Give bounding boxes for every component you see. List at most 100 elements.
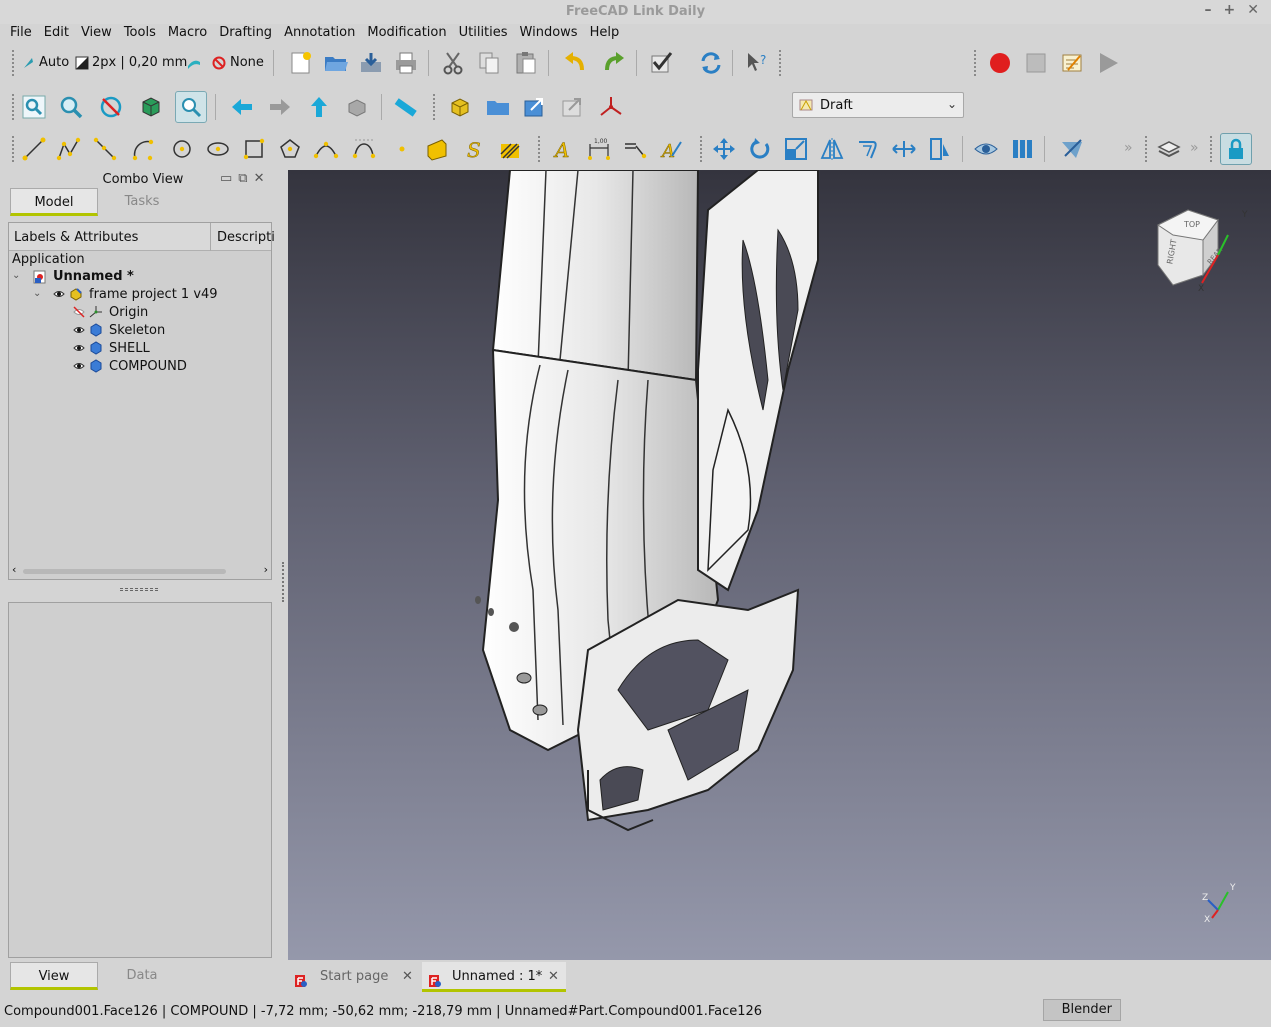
scrollbar-thumb[interactable] <box>23 569 226 574</box>
tree-horizontal-scrollbar[interactable]: ‹ › <box>9 563 271 579</box>
maximize-button[interactable]: + <box>1224 2 1236 18</box>
chevron-down-icon[interactable]: ⌄ <box>12 270 20 281</box>
draft-text-button[interactable]: A <box>547 133 579 165</box>
3d-viewport[interactable]: TOP RIGHT REAR Y X Y Z X <box>288 170 1271 960</box>
draft-array-button[interactable] <box>1007 133 1039 165</box>
close-window-button[interactable]: ✕ <box>1247 2 1259 18</box>
close-tab-icon[interactable]: ✕ <box>402 962 413 992</box>
menu-view[interactable]: View <box>75 24 118 42</box>
copy-button[interactable] <box>473 47 505 79</box>
macro-stop-button[interactable] <box>1020 47 1052 79</box>
redo-button[interactable] <box>598 47 630 79</box>
tree-item-origin[interactable]: Origin <box>109 304 148 322</box>
column-description[interactable]: Descripti <box>217 230 275 245</box>
hidden-eye-icon[interactable] <box>73 306 85 318</box>
menu-file[interactable]: File <box>4 24 38 42</box>
draft-annotation-styles-button[interactable]: A <box>655 133 687 165</box>
draft-arc-button[interactable] <box>127 133 159 165</box>
snap-style-label[interactable]: None <box>230 55 264 70</box>
draft-facebinder-view-button[interactable] <box>970 133 1002 165</box>
layer-manager-button[interactable] <box>1153 133 1185 165</box>
draft-ellipse-button[interactable] <box>202 133 234 165</box>
save-button[interactable] <box>355 47 387 79</box>
macro-edit-button[interactable] <box>1056 47 1088 79</box>
fit-selection-button[interactable] <box>55 91 87 123</box>
eye-icon[interactable] <box>53 288 65 300</box>
menu-utilities[interactable]: Utilities <box>453 24 514 42</box>
eye-icon[interactable] <box>73 360 85 372</box>
draft-circle-button[interactable] <box>166 133 198 165</box>
toolbar-grip[interactable] <box>12 50 16 76</box>
open-button[interactable] <box>320 47 352 79</box>
draft-facebinder-button[interactable] <box>421 133 453 165</box>
menu-edit[interactable]: Edit <box>38 24 75 42</box>
macro-execute-button[interactable] <box>1092 47 1124 79</box>
draft-bspline-button[interactable] <box>310 133 342 165</box>
float-panel-icon[interactable]: ▭ <box>220 171 232 186</box>
menu-macro[interactable]: Macro <box>162 24 213 42</box>
toolbar-overflow-icon[interactable]: » <box>1190 140 1199 156</box>
draft-fillet-button[interactable] <box>89 133 121 165</box>
nav-up-button[interactable] <box>303 91 335 123</box>
menu-tools[interactable]: Tools <box>118 24 162 42</box>
draft-wire-button[interactable] <box>53 133 85 165</box>
tree-item-unnamed[interactable]: Unnamed * <box>53 268 134 286</box>
draft-line-button[interactable] <box>18 133 50 165</box>
cut-button[interactable] <box>437 47 469 79</box>
draft-polygon-button[interactable] <box>274 133 306 165</box>
fit-all-button[interactable] <box>18 91 50 123</box>
draft-hatch-button[interactable] <box>494 133 526 165</box>
column-labels-attributes[interactable]: Labels & Attributes <box>14 230 138 245</box>
tab-data[interactable]: Data <box>98 962 186 990</box>
draft-mirror-button[interactable] <box>816 133 848 165</box>
draft-move-button[interactable] <box>708 133 740 165</box>
measure-distance-button[interactable] <box>390 91 422 123</box>
draft-stretch-button[interactable] <box>888 133 920 165</box>
link-actions-button[interactable] <box>556 91 588 123</box>
eye-icon[interactable] <box>73 324 85 336</box>
tab-view[interactable]: View <box>10 962 98 990</box>
whats-this-button[interactable]: ? <box>741 47 773 79</box>
nav-back-button[interactable] <box>226 91 258 123</box>
construction-mode-label[interactable]: Auto <box>39 55 69 70</box>
send-to-python-button[interactable] <box>341 91 373 123</box>
macro-record-button[interactable] <box>984 47 1016 79</box>
close-tab-icon[interactable]: ✕ <box>548 962 559 992</box>
doc-tab-unnamed[interactable]: Unnamed : 1* ✕ <box>422 962 566 992</box>
tree-item-frame-project[interactable]: frame project 1 v49 <box>89 286 218 304</box>
doc-tab-start-page[interactable]: Start page ✕ <box>292 962 418 992</box>
print-button[interactable] <box>390 47 422 79</box>
menu-windows[interactable]: Windows <box>514 24 584 42</box>
draft-offset-button[interactable] <box>852 133 884 165</box>
draft-clone-button[interactable] <box>924 133 956 165</box>
draft-label-button[interactable] <box>619 133 651 165</box>
eye-icon[interactable] <box>73 342 85 354</box>
chevron-down-icon[interactable]: ⌄ <box>33 288 41 299</box>
menu-help[interactable]: Help <box>584 24 626 42</box>
refresh-check-button[interactable] <box>645 47 677 79</box>
draft-point-button[interactable] <box>386 133 418 165</box>
snap-lock-button[interactable] <box>1220 133 1252 165</box>
draft-shapestring-button[interactable]: S <box>458 133 490 165</box>
tree-item-compound[interactable]: COMPOUND <box>109 358 187 376</box>
draft-rectangle-button[interactable] <box>238 133 270 165</box>
draft-rotate-button[interactable] <box>744 133 776 165</box>
line-color-icon[interactable] <box>75 56 89 70</box>
navicube-top-label[interactable]: TOP <box>1183 220 1200 229</box>
construction-mode-icon[interactable] <box>21 56 35 70</box>
snap-style-icon[interactable] <box>212 56 226 70</box>
nav-forward-button[interactable] <box>264 91 296 123</box>
draft-dimension-button[interactable]: 1,00 <box>583 133 615 165</box>
tree-item-skeleton[interactable]: Skeleton <box>109 322 165 340</box>
make-link-button[interactable] <box>518 91 550 123</box>
menu-drafting[interactable]: Drafting <box>213 24 278 42</box>
panel-splitter[interactable] <box>120 588 158 591</box>
create-part-button[interactable] <box>444 91 476 123</box>
line-style-label[interactable]: 2px | 0,20 mm <box>92 55 187 70</box>
tree-item-shell[interactable]: SHELL <box>109 340 150 358</box>
chevron-right-icon[interactable]: › <box>264 563 268 576</box>
navigation-style-button[interactable]: Blender <box>1043 999 1121 1021</box>
paste-button[interactable] <box>510 47 542 79</box>
draft-draft2sketch-button[interactable] <box>1056 133 1088 165</box>
new-document-button[interactable] <box>284 47 316 79</box>
